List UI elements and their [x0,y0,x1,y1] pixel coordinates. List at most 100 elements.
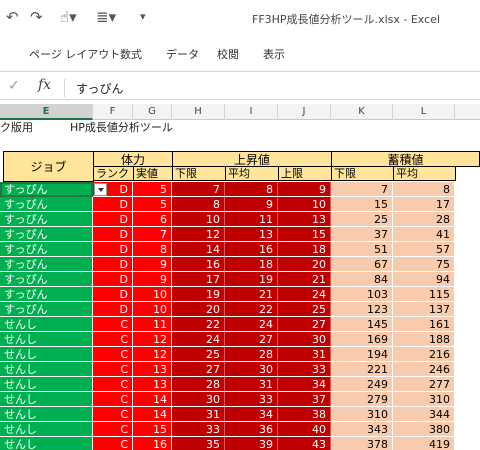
cell-up-upper[interactable]: 10 [278,197,331,212]
cell-acc-lower[interactable]: 194 [331,347,393,362]
cell-real[interactable]: 11 [133,317,172,332]
cell-real[interactable]: 15 [133,422,172,437]
empty-cell[interactable] [455,242,480,257]
cell-acc-avg[interactable]: 188 [393,332,455,347]
cell-rank[interactable]: C [93,347,133,362]
cell-real[interactable]: 10 [133,302,172,317]
cell-rank[interactable]: C [93,437,133,450]
cell-acc-avg[interactable]: 137 [393,302,455,317]
cell-acc-avg[interactable]: 161 [393,317,455,332]
cell-job[interactable]: せんし [0,392,93,407]
empty-cell[interactable] [455,437,480,450]
cell-acc-avg[interactable]: 419 [393,437,455,450]
cell-real[interactable]: 16 [133,437,172,450]
header-rank[interactable]: ランク [93,166,134,181]
cell-acc-lower[interactable]: 221 [331,362,393,377]
empty-cell[interactable] [455,347,480,362]
header-chikuseki[interactable]: 蓄積値 [331,151,480,167]
cell-acc-avg[interactable]: 246 [393,362,455,377]
cell-acc-avg[interactable]: 216 [393,347,455,362]
cell-acc-avg[interactable]: 17 [393,197,455,212]
cell-acc-avg[interactable]: 277 [393,377,455,392]
cell-real[interactable]: 9 [133,272,172,287]
cell-up-lower[interactable]: 14 [172,242,225,257]
cell-up-upper[interactable]: 21 [278,272,331,287]
cell-up-lower[interactable]: 17 [172,272,225,287]
tab-formulas[interactable]: 数式 [120,46,142,62]
empty-cell[interactable] [455,422,480,437]
cell-job[interactable]: すっぴん [0,227,93,242]
touch-mode-icon[interactable]: ☝▾ [60,8,77,26]
cell-rank[interactable]: C [93,362,133,377]
cell-real[interactable]: 7 [133,227,172,242]
cell-up-lower[interactable]: 27 [172,362,225,377]
empty-cell[interactable] [455,377,480,392]
column-header-g[interactable]: G [133,104,172,120]
cell-rank[interactable]: D [93,242,133,257]
cell-job[interactable]: せんし [0,407,93,422]
empty-cell[interactable] [455,257,480,272]
cell-up-lower[interactable]: 25 [172,347,225,362]
cell-real[interactable]: 13 [133,362,172,377]
empty-cell[interactable] [455,212,480,227]
cell-up-lower[interactable]: 19 [172,287,225,302]
cell-acc-lower[interactable]: 343 [331,422,393,437]
cell-job[interactable]: すっぴん [0,242,93,257]
cell-up-lower[interactable]: 8 [172,197,225,212]
cell-job[interactable]: せんし [0,347,93,362]
header-acc-avg[interactable]: 平均 [393,166,456,181]
cell-acc-lower[interactable]: 51 [331,242,393,257]
cell-up-upper[interactable]: 18 [278,242,331,257]
cell-job[interactable]: せんし [0,437,93,450]
cell-rank[interactable]: D [93,227,133,242]
header-up-avg[interactable]: 平均 [225,166,279,181]
empty-cell[interactable] [455,392,480,407]
header-real[interactable]: 実値 [133,166,173,181]
cell-rank[interactable]: D [93,302,133,317]
cell-up-upper[interactable]: 40 [278,422,331,437]
cell-real[interactable]: 12 [133,347,172,362]
cell-up-avg[interactable]: 36 [225,422,278,437]
cell-real[interactable]: 14 [133,392,172,407]
cell-up-upper[interactable]: 20 [278,257,331,272]
cell-acc-avg[interactable]: 310 [393,392,455,407]
cell-acc-avg[interactable]: 28 [393,212,455,227]
cell-real[interactable]: 10 [133,287,172,302]
cell-job[interactable]: せんし [0,332,93,347]
cell-acc-lower[interactable]: 37 [331,227,393,242]
empty-cell[interactable] [455,287,480,302]
cell-up-avg[interactable]: 34 [225,407,278,422]
tab-data[interactable]: データ [166,46,199,62]
cell-up-upper[interactable]: 24 [278,287,331,302]
cell-acc-lower[interactable]: 15 [331,197,393,212]
empty-cell[interactable] [455,227,480,242]
header-tairyoku[interactable]: 体力 [93,151,173,167]
cell-job[interactable]: すっぴん [0,182,93,197]
empty-cell[interactable] [455,407,480,422]
cell-rank[interactable]: C [93,377,133,392]
cell-acc-lower[interactable]: 378 [331,437,393,450]
cell-up-upper[interactable]: 43 [278,437,331,450]
cell-up-upper[interactable]: 13 [278,212,331,227]
dropdown-arrow-icon[interactable] [94,183,107,196]
cell-acc-avg[interactable]: 41 [393,227,455,242]
cell-real[interactable]: 9 [133,257,172,272]
cell-up-avg[interactable]: 22 [225,302,278,317]
column-header-i[interactable]: I [225,104,278,120]
cell-job[interactable]: すっぴん [0,287,93,302]
cell-rank[interactable]: D [93,257,133,272]
header-up-lower[interactable]: 下限 [172,166,226,181]
column-header-l[interactable]: L [393,104,455,120]
insert-function-icon[interactable]: fx [38,77,51,93]
cell-acc-lower[interactable]: 249 [331,377,393,392]
cell-up-avg[interactable]: 24 [225,317,278,332]
cell-up-avg[interactable]: 11 [225,212,278,227]
cell-acc-avg[interactable]: 380 [393,422,455,437]
cell-real[interactable]: 5 [133,182,172,197]
empty-cell[interactable] [455,317,480,332]
cell-up-lower[interactable]: 20 [172,302,225,317]
cell-up-upper[interactable]: 34 [278,377,331,392]
column-header-h[interactable]: H [172,104,225,120]
cell-up-avg[interactable]: 21 [225,287,278,302]
empty-cell[interactable] [455,362,480,377]
